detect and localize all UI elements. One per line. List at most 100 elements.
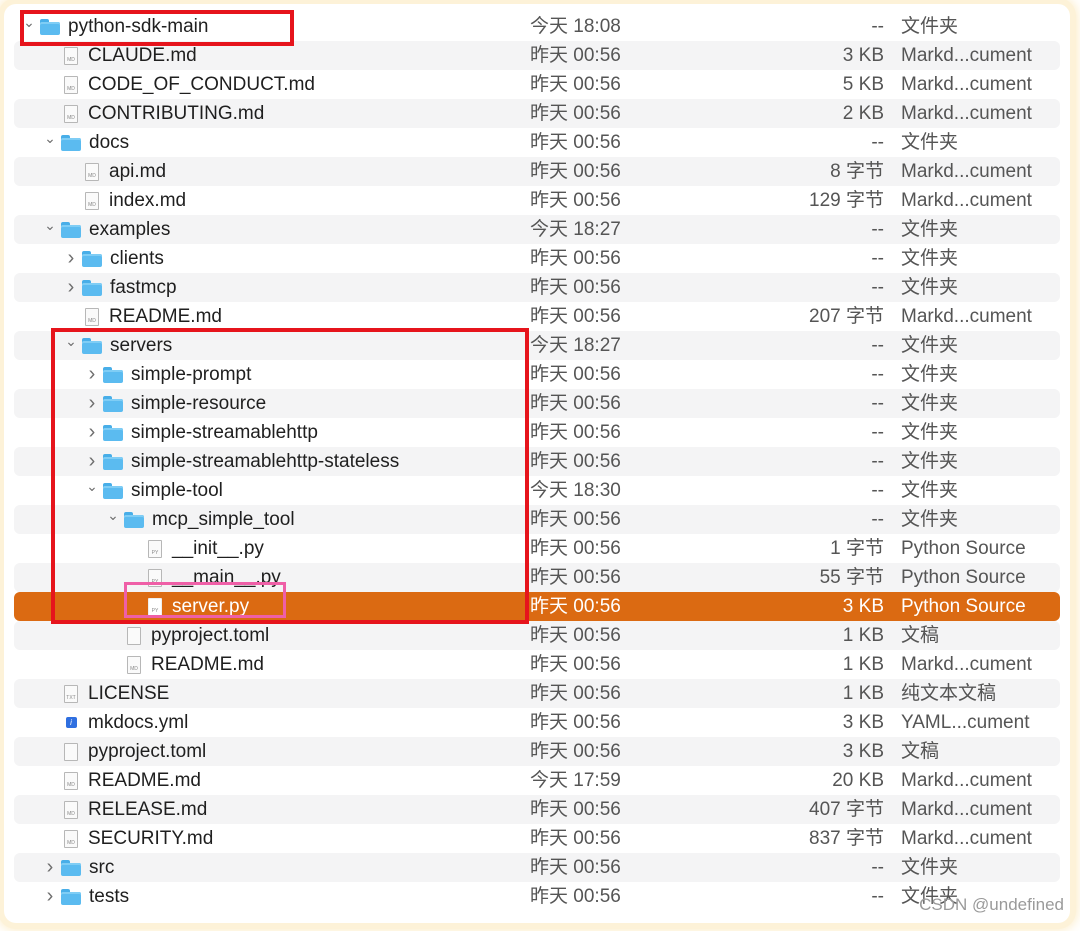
chevron-right-icon[interactable]: › (64, 244, 78, 273)
chevron-right-icon[interactable]: › (43, 853, 57, 882)
file-kind: 文件夹 (901, 480, 959, 501)
chevron-down-icon[interactable]: ⌄ (85, 472, 99, 501)
file-kind: 文件夹 (901, 335, 959, 356)
file-row[interactable]: README.md 昨天 00:56 207 字节 Markd...cument (14, 302, 1060, 331)
date-modified: 昨天 00:56 (530, 103, 621, 124)
file-name: CLAUDE.md (88, 45, 197, 66)
chevron-down-icon[interactable]: ⌄ (43, 211, 57, 240)
file-size: -- (871, 422, 884, 443)
file-size: 3 KB (842, 45, 884, 66)
file-row[interactable]: __init__.py 昨天 00:56 1 字节 Python Source (14, 534, 1060, 563)
folder-row[interactable]: › simple-prompt 昨天 00:56 -- 文件夹 (14, 360, 1060, 389)
watermark: CSDN @undefined (919, 895, 1064, 914)
file-row[interactable]: LICENSE 昨天 00:56 1 KB 纯文本文稿 (14, 679, 1060, 708)
chevron-right-icon[interactable]: › (85, 360, 99, 389)
file-row[interactable]: api.md 昨天 00:56 8 字节 Markd...cument (14, 157, 1060, 186)
file-name: RELEASE.md (88, 799, 208, 820)
file-size: 207 字节 (809, 306, 884, 327)
file-size: -- (871, 16, 884, 37)
file-name: pyproject.toml (151, 625, 270, 646)
file-row[interactable]: __main__.py 昨天 00:56 55 字节 Python Source (14, 563, 1060, 592)
date-modified: 昨天 00:56 (530, 277, 621, 298)
folder-icon (61, 888, 81, 905)
file-row[interactable]: CONTRIBUTING.md 昨天 00:56 2 KB Markd...cumen… (14, 99, 1060, 128)
document-icon (127, 655, 141, 674)
chevron-right-icon[interactable]: › (64, 273, 78, 302)
date-modified: 今天 17:59 (530, 770, 621, 791)
chevron-down-icon[interactable]: ⌄ (64, 327, 78, 356)
file-row[interactable]: README.md 今天 17:59 20 KB Markd...cument (14, 766, 1060, 795)
document-icon (64, 46, 78, 65)
file-name: docs (89, 132, 130, 153)
file-size: -- (871, 393, 884, 414)
file-kind: 纯文本文稿 (901, 683, 997, 704)
folder-row[interactable]: › tests 昨天 00:56 -- 文件夹 (14, 882, 1060, 911)
file-row[interactable]: RELEASE.md 昨天 00:56 407 字节 Markd...cument (14, 795, 1060, 824)
file-name: mkdocs.yml (88, 712, 189, 733)
document-icon (64, 104, 78, 123)
folder-row[interactable]: ⌄ mcp_simple_tool 昨天 00:56 -- 文件夹 (14, 505, 1060, 534)
folder-row[interactable]: › clients 昨天 00:56 -- 文件夹 (14, 244, 1060, 273)
file-name: simple-resource (131, 393, 267, 414)
date-modified: 昨天 00:56 (530, 422, 621, 443)
file-kind: Markd...cument (901, 74, 1032, 95)
file-name: simple-prompt (131, 364, 252, 385)
folder-row[interactable]: ⌄ servers 今天 18:27 -- 文件夹 (14, 331, 1060, 360)
date-modified: 昨天 00:56 (530, 45, 621, 66)
date-modified: 昨天 00:56 (530, 625, 621, 646)
file-size: 407 字节 (809, 799, 884, 820)
folder-row[interactable]: ⌄ simple-tool 今天 18:30 -- 文件夹 (14, 476, 1060, 505)
file-kind: 文件夹 (901, 857, 959, 878)
file-kind: 文件夹 (901, 132, 959, 153)
file-kind: 文件夹 (901, 248, 959, 269)
folder-icon (124, 511, 144, 528)
folder-row[interactable]: › fastmcp 昨天 00:56 -- 文件夹 (14, 273, 1060, 302)
chevron-down-icon[interactable]: ⌄ (22, 8, 36, 37)
file-row[interactable]: SECURITY.md 昨天 00:56 837 字节 Markd...cument (14, 824, 1060, 853)
file-size: 3 KB (842, 712, 884, 733)
file-size: 5 KB (842, 74, 884, 95)
file-kind: Markd...cument (901, 828, 1032, 849)
file-kind: Markd...cument (901, 654, 1032, 675)
folder-row[interactable]: › simple-streamablehttp-stateless 昨天 00:56… (14, 447, 1060, 476)
file-size: -- (871, 509, 884, 530)
file-name: pyproject.toml (88, 741, 207, 762)
chevron-down-icon[interactable]: ⌄ (106, 501, 120, 530)
file-kind: Markd...cument (901, 103, 1032, 124)
file-row[interactable]: pyproject.toml 昨天 00:56 3 KB 文稿 (14, 737, 1060, 766)
file-row[interactable]: server.py 昨天 00:56 3 KB Python Source (14, 592, 1060, 621)
file-row[interactable]: README.md 昨天 00:56 1 KB Markd...cument (14, 650, 1060, 679)
file-name: __main__.py (172, 567, 281, 588)
file-row[interactable]: pyproject.toml 昨天 00:56 1 KB 文稿 (14, 621, 1060, 650)
folder-icon (82, 337, 102, 354)
file-size: -- (871, 886, 884, 907)
file-size: 1 KB (842, 625, 884, 646)
folder-row[interactable]: › simple-streamablehttp 昨天 00:56 -- 文件夹 (14, 418, 1060, 447)
date-modified: 今天 18:30 (530, 480, 621, 501)
date-modified: 昨天 00:56 (530, 799, 621, 820)
folder-row[interactable]: ⌄ docs 昨天 00:56 -- 文件夹 (14, 128, 1060, 157)
file-name: python-sdk-main (68, 16, 209, 37)
file-kind: 文件夹 (901, 16, 959, 37)
document-icon (85, 191, 99, 210)
file-row[interactable]: i mkdocs.yml 昨天 00:56 3 KB YAML...cument (14, 708, 1060, 737)
file-size: -- (871, 219, 884, 240)
date-modified: 昨天 00:56 (530, 248, 621, 269)
folder-icon (103, 424, 123, 441)
date-modified: 昨天 00:56 (530, 190, 621, 211)
file-size: -- (871, 480, 884, 501)
file-row[interactable]: index.md 昨天 00:56 129 字节 Markd...cument (14, 186, 1060, 215)
chevron-right-icon[interactable]: › (85, 418, 99, 447)
chevron-right-icon[interactable]: › (43, 882, 57, 911)
folder-row[interactable]: › src 昨天 00:56 -- 文件夹 (14, 853, 1060, 882)
folder-row[interactable]: ⌄ python-sdk-main 今天 18:08 -- 文件夹 (14, 12, 1060, 41)
file-size: 8 字节 (830, 161, 884, 182)
chevron-down-icon[interactable]: ⌄ (43, 124, 57, 153)
folder-row[interactable]: ⌄ examples 今天 18:27 -- 文件夹 (14, 215, 1060, 244)
file-name: LICENSE (88, 683, 170, 704)
file-row[interactable]: CODE_OF_CONDUCT.md 昨天 00:56 5 KB Markd...cu… (14, 70, 1060, 99)
file-size: 837 字节 (809, 828, 884, 849)
chevron-right-icon[interactable]: › (85, 389, 99, 418)
folder-row[interactable]: › simple-resource 昨天 00:56 -- 文件夹 (14, 389, 1060, 418)
file-row[interactable]: CLAUDE.md 昨天 00:56 3 KB Markd...cument (14, 41, 1060, 70)
